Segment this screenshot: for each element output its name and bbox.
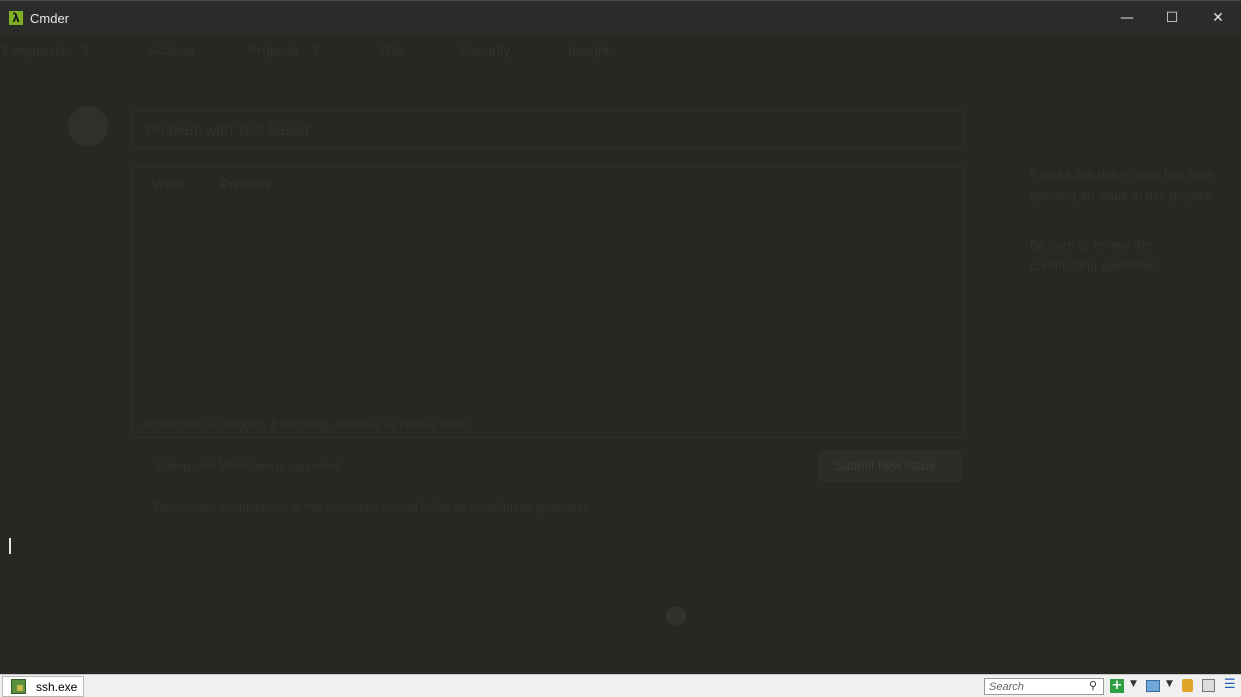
- status-bar: ssh.exe ⚲ + ▼ ▼ ☰: [0, 674, 1241, 697]
- minimize-button[interactable]: —: [1104, 1, 1150, 35]
- ghost-sidebar-guidelines: Be sure to review the contributing guide…: [1030, 237, 1163, 273]
- split-layout-icon[interactable]: [1146, 680, 1160, 692]
- text-cursor: [9, 538, 11, 554]
- layout-dropdown-icon[interactable]: ▼: [1166, 679, 1173, 689]
- search-box[interactable]: ⚲: [984, 678, 1104, 695]
- ghost-nav-pull-requests: ll requests: [2, 42, 66, 58]
- ghost-tab-preview: Preview: [220, 176, 270, 192]
- ghost-nav-count: 2: [82, 42, 90, 58]
- lock-icon[interactable]: [1182, 679, 1193, 692]
- console-tab-label: ssh.exe: [36, 680, 78, 694]
- ghost-issue-title: Problem with Text based: [146, 122, 310, 139]
- new-console-dropdown-icon[interactable]: ▼: [1130, 679, 1137, 689]
- ghost-nav-security: Security: [460, 42, 511, 58]
- maximize-button[interactable]: ☐: [1149, 1, 1195, 35]
- new-console-icon[interactable]: +: [1110, 679, 1124, 693]
- ghost-submit-label: Submit new issue: [834, 458, 936, 473]
- ghost-nav-insights: Insights: [568, 42, 617, 58]
- ghost-sidebar-tip: It looks like this is your first time op…: [1030, 167, 1213, 203]
- ghost-nav-actions: Actions: [148, 42, 194, 58]
- window-title: Cmder: [30, 11, 70, 26]
- console-area[interactable]: ll requests 2 Actions Projects 1 Wiki Se…: [0, 34, 1241, 674]
- search-icon[interactable]: ⚲: [1089, 679, 1097, 692]
- close-button[interactable]: ✕: [1195, 1, 1241, 35]
- ghost-markdown-hint: Styling with Markdown is supported: [154, 459, 343, 473]
- ghost-avatar: [68, 106, 108, 146]
- panel-toggle-icon[interactable]: [1202, 679, 1215, 692]
- ghost-nav-projects: Projects: [248, 42, 299, 58]
- ssh-tab-icon: [11, 679, 26, 694]
- ghost-nav-wiki: Wiki: [378, 42, 405, 58]
- ghost-guidelines-note: Remember, contributions to this reposito…: [154, 500, 593, 514]
- console-tab-ssh[interactable]: ssh.exe: [2, 676, 84, 697]
- ghost-attach-hint: Attach files by dragging & dropping, sel…: [142, 418, 472, 432]
- ghost-nav-projects-count: 1: [312, 42, 320, 58]
- ghost-github-logo-icon: [666, 606, 686, 626]
- title-bar[interactable]: λ Cmder — ☐ ✕: [0, 0, 1241, 34]
- search-input[interactable]: [985, 679, 1089, 694]
- cmder-logo-icon: λ: [9, 11, 23, 25]
- menu-icon[interactable]: ☰: [1224, 677, 1236, 692]
- ghost-editor: [132, 166, 964, 438]
- ghost-tab-write: Write: [152, 176, 185, 192]
